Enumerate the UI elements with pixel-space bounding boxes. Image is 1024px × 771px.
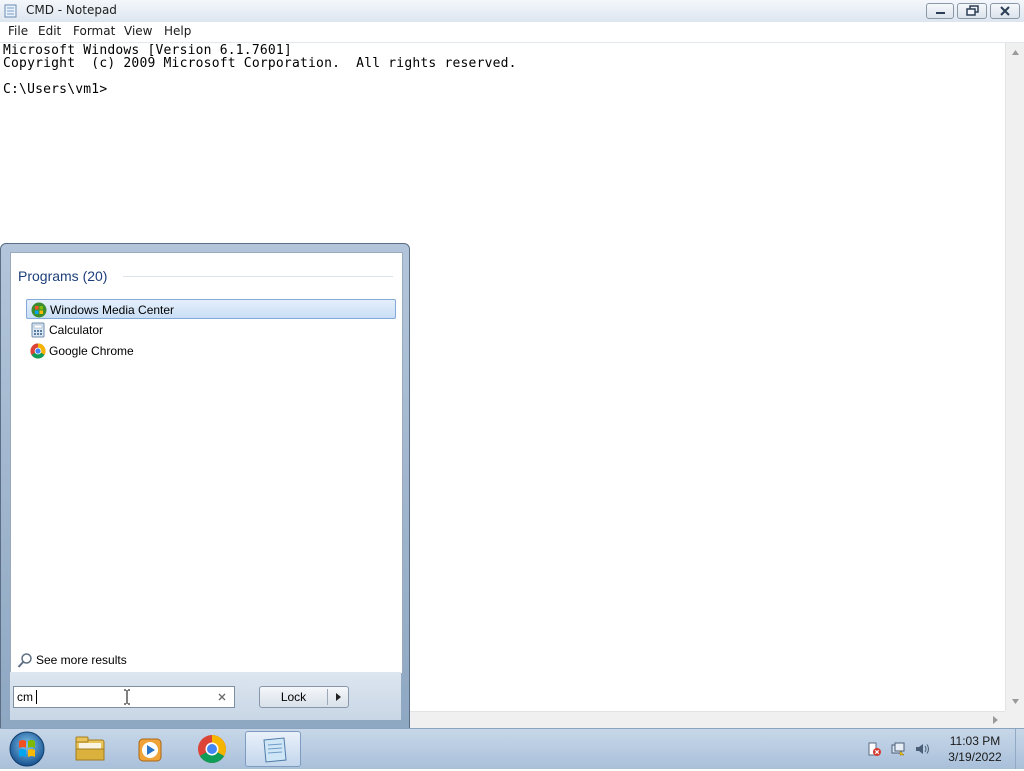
taskbar-chrome-button[interactable] [184,731,240,767]
show-desktop-button[interactable] [1015,729,1024,769]
windows-logo-icon [9,731,45,767]
result-label: Windows Media Center [50,303,175,317]
result-label: Calculator [49,323,104,337]
lock-split-divider [327,689,328,705]
result-windows-media-center[interactable]: Windows Media Center [26,299,396,319]
programs-group-title: Programs (20) [18,268,108,284]
calculator-icon [30,322,46,338]
scroll-arrows-icon [1012,50,1019,704]
notepad-icon [263,737,287,763]
search-icon [17,653,32,668]
menu-file[interactable]: File [8,24,28,38]
windows-explorer-icon [75,736,105,761]
clear-search-icon[interactable] [216,691,228,703]
taskbar-media-player-button[interactable] [123,731,179,767]
minimize-button[interactable] [926,3,954,19]
windows-media-center-icon [31,302,47,318]
system-clock[interactable]: 11:03 PM 3/19/2022 [940,733,1010,765]
volume-icon[interactable] [914,741,930,757]
start-button[interactable] [7,730,47,768]
menu-help[interactable]: Help [164,24,191,38]
maximize-button[interactable] [957,3,987,19]
result-label: Google Chrome [49,344,134,358]
menu-bar: File Edit Format View Help [0,22,1024,43]
lock-button[interactable]: Lock [259,686,349,708]
lock-label: Lock [280,690,307,704]
result-calculator[interactable]: Calculator [26,320,396,340]
close-button[interactable] [990,3,1020,19]
window-title: CMD - Notepad [26,3,117,17]
scrollbar-corner [1005,711,1024,728]
start-search-box[interactable] [13,686,235,708]
group-divider [123,276,393,277]
chevron-right-icon[interactable] [334,692,342,702]
editor-line: C:\Users\vm1> [3,82,108,97]
search-results-panel: Programs (20) Windows Media Center Calcu… [10,252,403,674]
see-more-results-link[interactable]: See more results [17,652,127,673]
title-bar[interactable]: CMD - Notepad [0,0,1024,23]
notepad-icon [4,4,17,18]
taskbar-explorer-button[interactable] [62,731,118,767]
ibeam-cursor-icon [124,689,130,705]
start-menu: Programs (20) Windows Media Center Calcu… [0,243,410,730]
menu-edit[interactable]: Edit [38,24,61,38]
text-caret [36,690,37,704]
taskbar: 11:03 PM 3/19/2022 [0,728,1024,769]
vertical-scrollbar[interactable] [1005,43,1024,711]
clock-date: 3/19/2022 [948,750,1002,764]
media-player-icon [138,738,162,762]
result-google-chrome[interactable]: Google Chrome [26,341,396,361]
clock-time: 11:03 PM [949,734,1001,748]
taskbar-notepad-button[interactable] [245,731,301,767]
action-center-icon[interactable] [866,741,882,757]
network-icon[interactable] [890,741,906,757]
chrome-icon [198,735,226,763]
start-search-input[interactable] [17,688,207,706]
editor-line: Copyright (c) 2009 Microsoft Corporation… [3,56,517,71]
chrome-icon [30,343,46,359]
menu-view[interactable]: View [124,24,152,38]
menu-format[interactable]: Format [73,24,115,38]
see-more-label: See more results [36,653,127,667]
